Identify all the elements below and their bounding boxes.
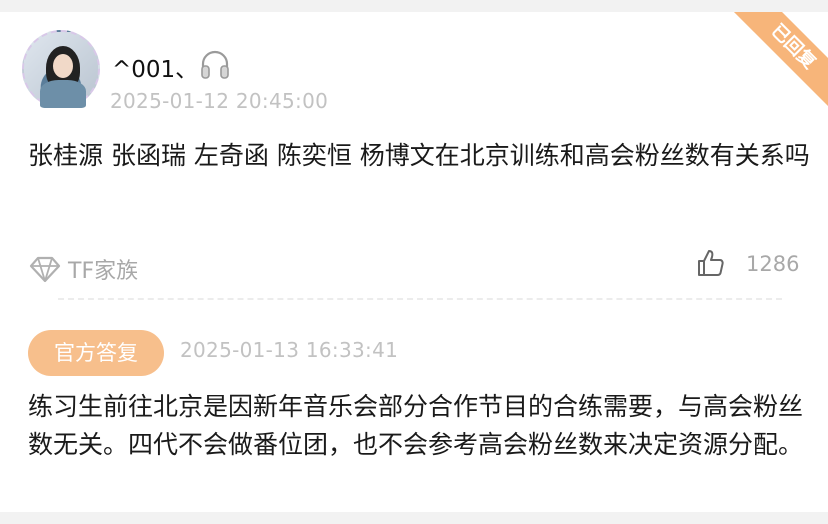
username[interactable]: ^001、 (112, 50, 198, 84)
avatar[interactable] (22, 30, 100, 108)
diamond-tag-icon (29, 256, 61, 283)
avatar-body (40, 80, 86, 108)
headphones-icon (201, 50, 229, 79)
topic-tag-label: TF家族 (68, 259, 139, 284)
avatar-face (53, 54, 73, 78)
question-text: 张桂源 张函瑞 左奇函 陈奕恒 杨博文在北京训练和高会粉丝数有关系吗 (28, 141, 810, 170)
like-count: 1286 (746, 252, 800, 276)
dashed-divider (58, 298, 782, 300)
official-reply-badge: 官方答复 (28, 330, 164, 376)
topic-tag[interactable]: TF家族 (28, 254, 138, 284)
official-reply-text: 练习生前往北京是因新年音乐会部分合作节目的合练需要，与高会粉丝数无关。四代不会做… (28, 392, 804, 459)
reply-timestamp: 2025-01-13 16:33:41 (180, 338, 399, 362)
replied-ribbon-label: 已回复 (730, 12, 828, 110)
replied-ribbon: 已回复 (730, 12, 828, 110)
qa-card: ^001、 2025-01-12 20:45:00 已回复 张桂源 张函瑞 左奇… (0, 12, 828, 512)
thumbs-up-icon[interactable] (696, 248, 726, 278)
post-timestamp: 2025-01-12 20:45:00 (110, 89, 329, 113)
